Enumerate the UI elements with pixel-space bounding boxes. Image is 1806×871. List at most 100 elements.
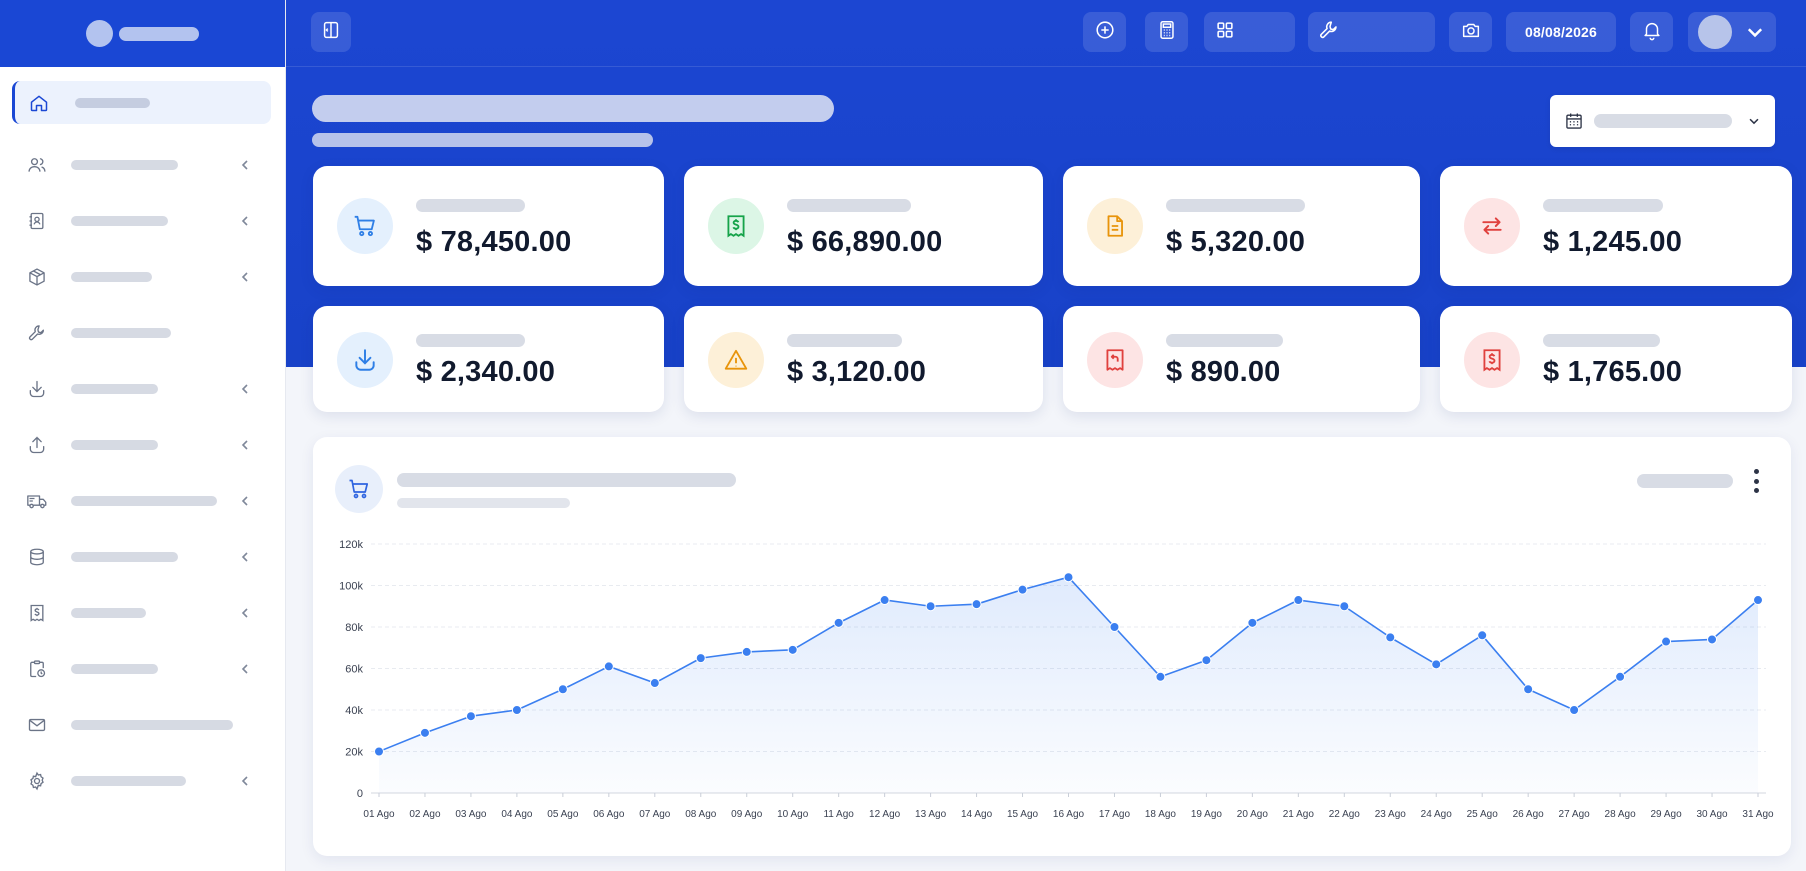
chevron-down-icon <box>1744 21 1766 43</box>
bell-icon <box>1641 19 1663 46</box>
home-icon <box>28 92 50 114</box>
sidebar-item-tools[interactable] <box>0 305 285 361</box>
stat-card-returns[interactable]: $ 890.00 <box>1063 306 1420 412</box>
x-tick-label: 09 Ago <box>731 809 763 820</box>
logo-text-placeholder <box>119 26 199 41</box>
card-value: $ 66,890.00 <box>787 226 943 258</box>
data-point <box>1753 595 1763 606</box>
panel-toggle-icon <box>320 19 342 46</box>
x-tick-label: 18 Ago <box>1145 809 1177 820</box>
x-tick-label: 21 Ago <box>1283 809 1315 820</box>
x-tick-label: 12 Ago <box>869 809 901 820</box>
notifications-button[interactable] <box>1630 12 1673 52</box>
stat-card-alerts[interactable]: $ 3,120.00 <box>684 306 1043 412</box>
chevron-left-icon <box>239 159 251 171</box>
sidebar-item-home[interactable] <box>12 81 271 124</box>
sidebar-item-settings[interactable] <box>0 753 285 809</box>
data-point <box>1109 622 1120 632</box>
card-icon-wrap <box>708 332 764 388</box>
x-tick-label: 26 Ago <box>1513 809 1545 820</box>
x-tick-label: 05 Ago <box>547 809 579 820</box>
brand-logo[interactable] <box>0 0 285 67</box>
data-point <box>1201 655 1212 666</box>
stat-card-sales[interactable]: $ 78,450.00 <box>313 166 664 286</box>
sidebar-item-exports[interactable] <box>0 417 285 473</box>
sales-line-chart: 0 20k 40k 60k 80k 100k 120k 01 Ago 02 Ago 03 Ago 0… <box>339 539 1774 820</box>
calculator-button[interactable] <box>1145 12 1188 52</box>
sidebar-item-products[interactable] <box>0 249 285 305</box>
document-icon <box>1102 213 1128 239</box>
data-point <box>971 599 982 610</box>
x-tick-label: 02 Ago <box>409 809 441 820</box>
camera-button[interactable] <box>1449 12 1492 52</box>
shopping-cart-icon <box>352 213 378 239</box>
stat-card-documents[interactable]: $ 5,320.00 <box>1063 166 1420 286</box>
sidebar-nav <box>0 67 285 809</box>
wrench-icon <box>26 322 48 344</box>
chevron-left-icon <box>239 775 251 787</box>
sales-chart-panel: 0 20k 40k 60k 80k 100k 120k 01 Ago 02 Ago 03 Ago 0… <box>313 437 1791 856</box>
data-point <box>1063 572 1074 583</box>
card-label-placeholder <box>787 199 911 212</box>
add-button[interactable] <box>1083 12 1126 52</box>
download-icon <box>352 347 378 373</box>
data-point <box>374 746 384 757</box>
chevron-left-icon <box>239 215 251 227</box>
sidebar-item-label <box>75 97 150 108</box>
data-point <box>1661 636 1672 647</box>
data-point <box>1017 584 1028 595</box>
data-point <box>695 653 706 664</box>
data-point <box>649 678 660 689</box>
data-point <box>787 644 798 655</box>
sidebar-item-tasks[interactable] <box>0 641 285 697</box>
y-tick-label: 60k <box>345 664 363 676</box>
x-tick-label: 24 Ago <box>1421 809 1453 820</box>
card-icon-wrap <box>708 198 764 254</box>
x-tick-label: 30 Ago <box>1696 809 1728 820</box>
sidebar-toggle-button[interactable] <box>311 12 351 52</box>
card-icon-wrap <box>1464 198 1520 254</box>
grid-icon <box>1214 19 1236 46</box>
data-point <box>419 727 430 738</box>
sidebar-item-users[interactable] <box>0 137 285 193</box>
data-point <box>1707 634 1718 645</box>
stat-card-transfers[interactable]: $ 1,245.00 <box>1440 166 1792 286</box>
apps-button[interactable] <box>1204 12 1295 52</box>
upload-icon <box>26 434 48 456</box>
user-menu-button[interactable] <box>1688 12 1776 52</box>
sidebar-item-label <box>71 216 168 226</box>
card-label-placeholder <box>416 199 525 212</box>
card-label-placeholder <box>787 334 902 347</box>
gear-icon <box>26 770 48 792</box>
sidebar-item-shipping[interactable] <box>0 473 285 529</box>
date-range-select[interactable] <box>1550 95 1775 147</box>
series-area <box>379 577 1758 793</box>
card-icon-wrap <box>1464 332 1520 388</box>
stat-card-receivables[interactable]: $ 2,340.00 <box>313 306 664 412</box>
sidebar-item-database[interactable] <box>0 529 285 585</box>
sidebar-item-billing[interactable] <box>0 585 285 641</box>
data-point <box>879 595 890 606</box>
x-tick-label: 17 Ago <box>1099 809 1131 820</box>
tools-button[interactable] <box>1308 12 1435 52</box>
sidebar-item-messages[interactable] <box>0 697 285 753</box>
data-point <box>1155 671 1166 682</box>
chevron-down-icon <box>1747 114 1761 128</box>
swap-arrows-icon <box>1479 213 1505 239</box>
warning-icon <box>723 347 749 373</box>
stat-card-income[interactable]: $ 66,890.00 <box>684 166 1043 286</box>
sidebar-item-label <box>71 776 186 786</box>
data-point <box>465 711 476 722</box>
card-icon-wrap <box>1087 198 1143 254</box>
x-tick-label: 07 Ago <box>639 809 671 820</box>
stat-card-expenses[interactable]: $ 1,765.00 <box>1440 306 1792 412</box>
card-label-placeholder <box>416 334 525 347</box>
x-tick-label: 19 Ago <box>1191 809 1223 820</box>
x-tick-label: 13 Ago <box>915 809 947 820</box>
sidebar-item-contacts[interactable] <box>0 193 285 249</box>
date-display[interactable]: 08/08/2026 <box>1506 12 1616 52</box>
x-tick-label: 27 Ago <box>1559 809 1591 820</box>
sidebar-item-imports[interactable] <box>0 361 285 417</box>
x-tick-label: 28 Ago <box>1605 809 1637 820</box>
sidebar-item-label <box>71 160 178 170</box>
